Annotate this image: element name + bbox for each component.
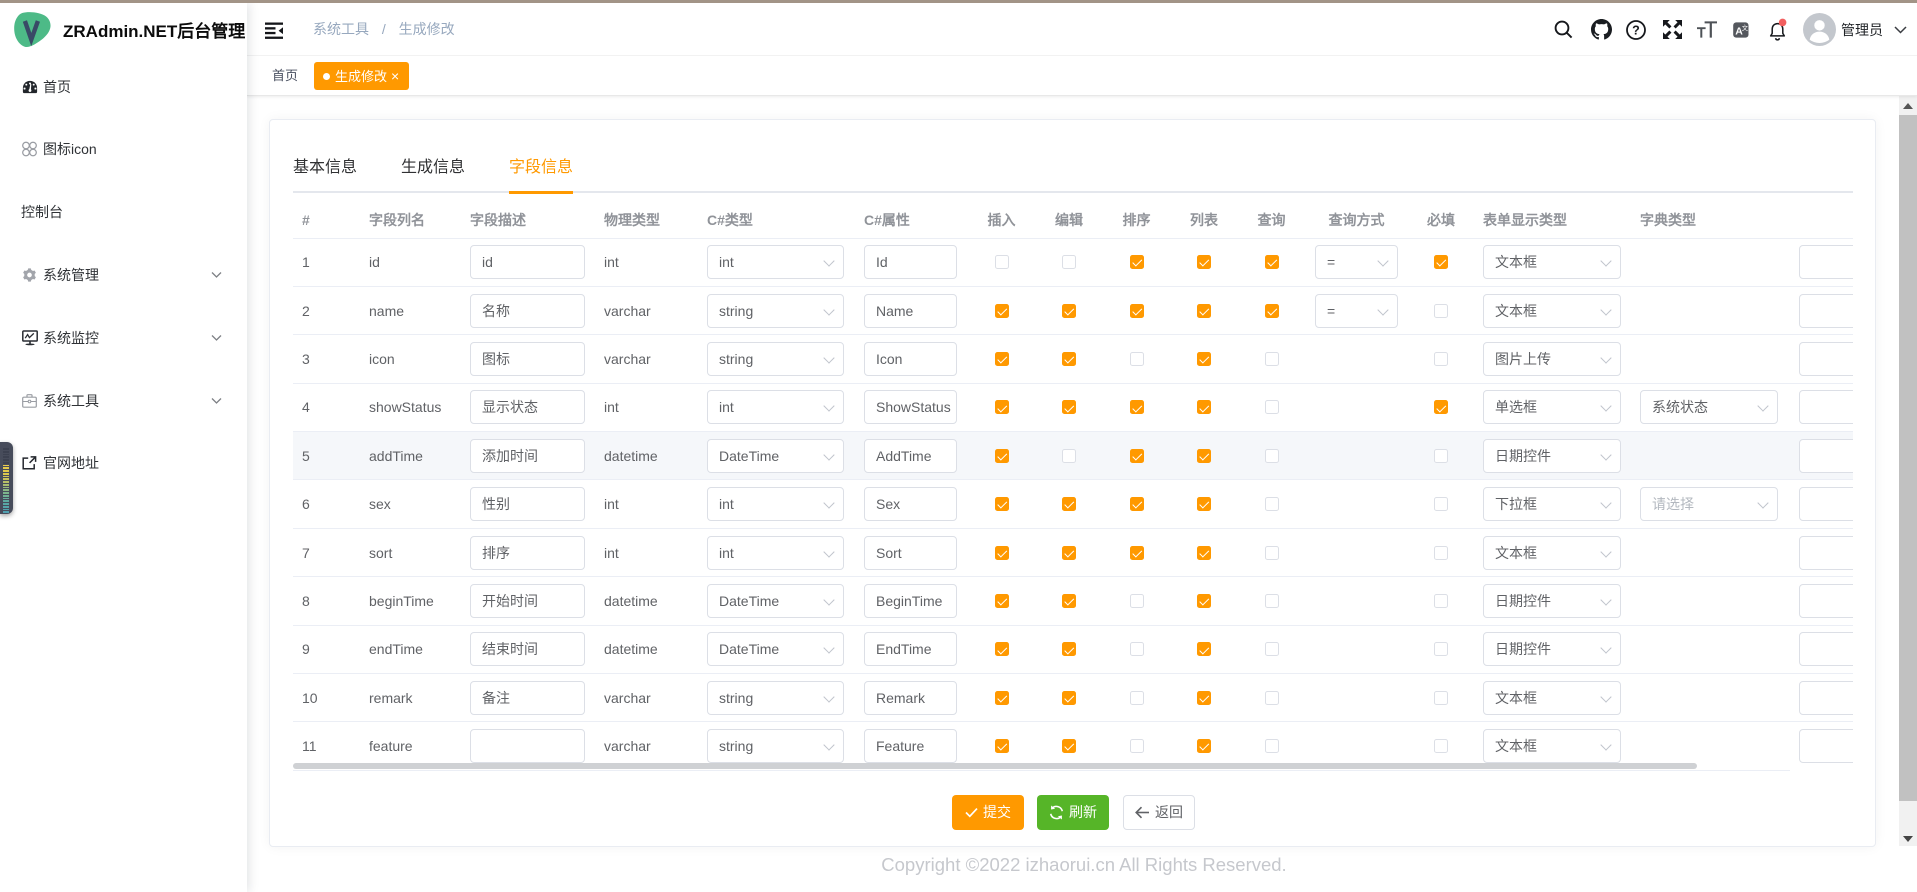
svg-text:?: ? xyxy=(1632,23,1640,37)
svg-text:文: 文 xyxy=(1742,23,1749,32)
